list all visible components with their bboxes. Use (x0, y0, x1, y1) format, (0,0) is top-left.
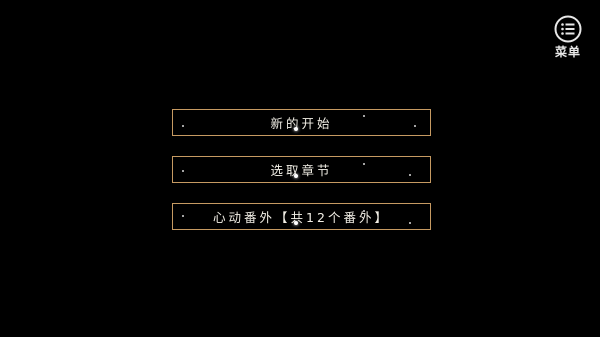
select-chapter-button[interactable]: 选取章节 (172, 156, 431, 183)
new-start-button[interactable]: 新的开始 (172, 109, 431, 136)
sparkle-decoration (414, 125, 416, 127)
menu-button[interactable]: 菜单 (549, 15, 587, 65)
bonus-stories-label: 心动番外【共12个番外】 (213, 210, 390, 225)
sparkle-decoration (409, 174, 411, 176)
sparkle-decoration (182, 215, 184, 217)
sparkle-decoration (363, 210, 365, 212)
menu-label: 菜单 (554, 45, 581, 59)
sparkle-decoration (294, 221, 298, 225)
sparkle-decoration (294, 174, 298, 178)
sparkle-decoration (294, 127, 298, 131)
sparkle-decoration (182, 170, 184, 172)
sparkle-decoration (363, 163, 365, 165)
sparkle-decoration (182, 125, 184, 127)
sparkle-decoration (409, 222, 411, 224)
list-menu-icon (554, 15, 582, 43)
new-start-label: 新的开始 (270, 116, 333, 131)
sparkle-decoration (363, 115, 365, 117)
select-chapter-label: 选取章节 (270, 163, 333, 178)
bonus-stories-button[interactable]: 心动番外【共12个番外】 (172, 203, 431, 230)
